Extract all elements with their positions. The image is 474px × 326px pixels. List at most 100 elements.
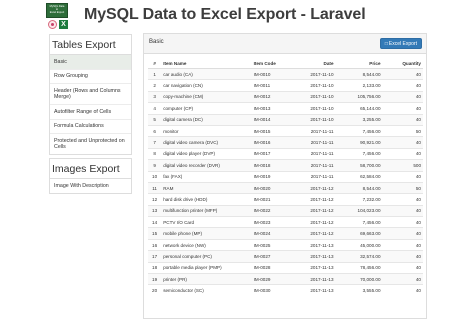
main-panel-header: Basic □Excel Export (144, 34, 426, 54)
cell-quantity: 40 (382, 67, 423, 80)
table-row: 3 copy-machine (CM) IM-0012 2017-11-10 105,7… (148, 90, 423, 103)
file-export-icon: □ (384, 41, 388, 47)
panel-title: Basic (149, 39, 164, 45)
table-row: 16 network device (NW) IM-0025 2017-11-13 45… (148, 238, 423, 251)
cell-index: 17 (148, 250, 162, 263)
cell-price: 45,000.00 (335, 238, 383, 251)
cell-item-name: fax (FAX) (161, 170, 252, 183)
cell-quantity: 40 (382, 227, 423, 240)
cell-price: 8,544.00 (335, 67, 383, 80)
col-header-item-name[interactable]: Item Name (161, 58, 252, 69)
cell-index: 9 (148, 159, 162, 172)
cell-index: 18 (148, 261, 162, 274)
cell-item-code: IM-0018 (251, 159, 298, 172)
cell-item-code: IM-0022 (251, 204, 298, 217)
cell-item-code: IM-0019 (251, 170, 298, 183)
cell-index: 11 (148, 181, 162, 194)
cell-quantity: 40 (382, 284, 423, 296)
cell-price: 90,921.00 (335, 136, 383, 149)
cell-item-name: car audio (CA) (161, 67, 252, 80)
images-export-list: Image With Description (49, 178, 132, 194)
sidebar-item-row-grouping[interactable]: Row Grouping (50, 70, 131, 84)
cell-price: 105,756.00 (335, 90, 383, 103)
cell-index: 19 (148, 273, 162, 285)
col-header-item-code[interactable]: Item Code (251, 58, 298, 69)
cell-item-name: digital video camera (DVC) (161, 136, 252, 149)
table-row: 14 PCTV I/O Card IM-0023 2017-11-12 7,456.00… (148, 216, 423, 228)
cell-index: 14 (148, 216, 162, 228)
cell-index: 7 (148, 136, 162, 149)
cell-quantity: 40 (382, 273, 423, 285)
cell-index: 6 (148, 124, 162, 137)
cell-item-code: IM-0021 (251, 193, 298, 206)
cell-item-name: portable media player (PMP) (161, 261, 252, 274)
table-row: 9 digital video recorder (DVR) IM-0018 2017… (148, 159, 423, 172)
col-header-index[interactable]: # (148, 58, 162, 69)
cell-item-code: IM-0027 (251, 250, 298, 263)
cell-price: 7,456.00 (335, 216, 383, 228)
cell-price: 69,663.00 (335, 227, 383, 240)
items-table: # Item Name Item Code Date Price Quantit… (148, 58, 423, 296)
cell-quantity: 40 (382, 204, 423, 217)
excel-export-label: Excel Export (388, 41, 417, 47)
table-row: 10 fax (FAX) IM-0019 2017-11-11 62,584.00 40 (148, 170, 423, 183)
cell-date: 2017-11-13 (297, 261, 336, 274)
cell-item-name: digital camera (DC) (161, 113, 252, 126)
cell-date: 2017-11-11 (297, 170, 336, 183)
cell-date: 2017-11-12 (297, 193, 336, 206)
excel-icon: X (59, 20, 68, 29)
col-header-quantity[interactable]: Quantity (382, 58, 423, 69)
cell-item-name: mobile phone (MP) (161, 227, 252, 240)
table-header-row: # Item Name Item Code Date Price Quantit… (148, 58, 423, 69)
cell-quantity: 40 (382, 238, 423, 251)
cell-item-name: copy-machine (CM) (161, 90, 252, 103)
logo-line: Excel Export (49, 11, 65, 14)
cell-quantity: 40 (382, 113, 423, 126)
cell-price: 7,456.00 (335, 147, 383, 160)
cell-index: 16 (148, 238, 162, 251)
cell-price: 32,574.00 (335, 250, 383, 263)
cell-index: 4 (148, 102, 162, 115)
sidebar-item-formula[interactable]: Formula Calculations (50, 120, 131, 134)
sidebar-item-autofilter[interactable]: Autofilter Range of Cells (50, 105, 131, 120)
cell-quantity: 40 (382, 147, 423, 160)
cell-date: 2017-11-12 (297, 227, 336, 240)
images-export-panel: Images Export Image With Description (49, 158, 132, 194)
col-header-date[interactable]: Date (297, 58, 336, 69)
cell-date: 2017-11-11 (297, 124, 336, 137)
cell-date: 2017-11-11 (297, 147, 336, 160)
table-row: 2 car navigation (CN) IM-0011 2017-11-10 2,1… (148, 79, 423, 92)
cell-price: 65,144.00 (335, 102, 383, 115)
cell-quantity: 40 (382, 250, 423, 263)
cell-item-name: semiconductor (SC) (161, 284, 252, 296)
sidebar-item-protected[interactable]: Protected and Unprotected on Cells (50, 134, 131, 154)
cell-date: 2017-11-10 (297, 102, 336, 115)
cell-item-name: network device (NW) (161, 238, 252, 251)
excel-export-button[interactable]: □Excel Export (379, 38, 422, 49)
cell-item-name: digital video recorder (DVR) (161, 159, 252, 172)
cell-index: 12 (148, 193, 162, 206)
cell-price: 58,700.00 (335, 159, 383, 172)
cell-price: 3,255.00 (335, 113, 383, 126)
cell-date: 2017-11-11 (297, 159, 336, 172)
cell-index: 13 (148, 204, 162, 217)
sidebar-item-header-merge[interactable]: Header (Rows and Columns Merge) (50, 84, 131, 105)
tables-export-list: Basic Row Grouping Header (Rows and Colu… (49, 54, 132, 155)
table-row: 4 computer (CP) IM-0013 2017-11-10 65,144.00… (148, 102, 423, 115)
cell-item-name: multifunction printer (MFP) (161, 204, 252, 217)
sidebar-item-image-description[interactable]: Image With Description (50, 179, 131, 193)
cell-item-code: IM-0028 (251, 261, 298, 274)
cell-item-code: IM-0025 (251, 238, 298, 251)
cell-date: 2017-11-13 (297, 238, 336, 251)
cell-quantity: 50 (382, 124, 423, 137)
cell-item-name: PCTV I/O Card (161, 216, 252, 228)
table-row: 18 portable media player (PMP) IM-0028 2017… (148, 261, 423, 274)
sidebar-item-basic[interactable]: Basic (50, 55, 131, 70)
tables-export-panel: Tables Export Basic Row Grouping Header … (49, 34, 132, 155)
cell-quantity: 40 (382, 90, 423, 103)
cell-item-code: IM-0014 (251, 113, 298, 126)
app-logo: MySQL Data to Excel Export (46, 3, 68, 18)
table-row: 11 RAM IM-0020 2017-11-12 8,544.00 50 (148, 181, 423, 194)
col-header-price[interactable]: Price (335, 58, 383, 69)
cell-item-code: IM-0029 (251, 273, 298, 285)
